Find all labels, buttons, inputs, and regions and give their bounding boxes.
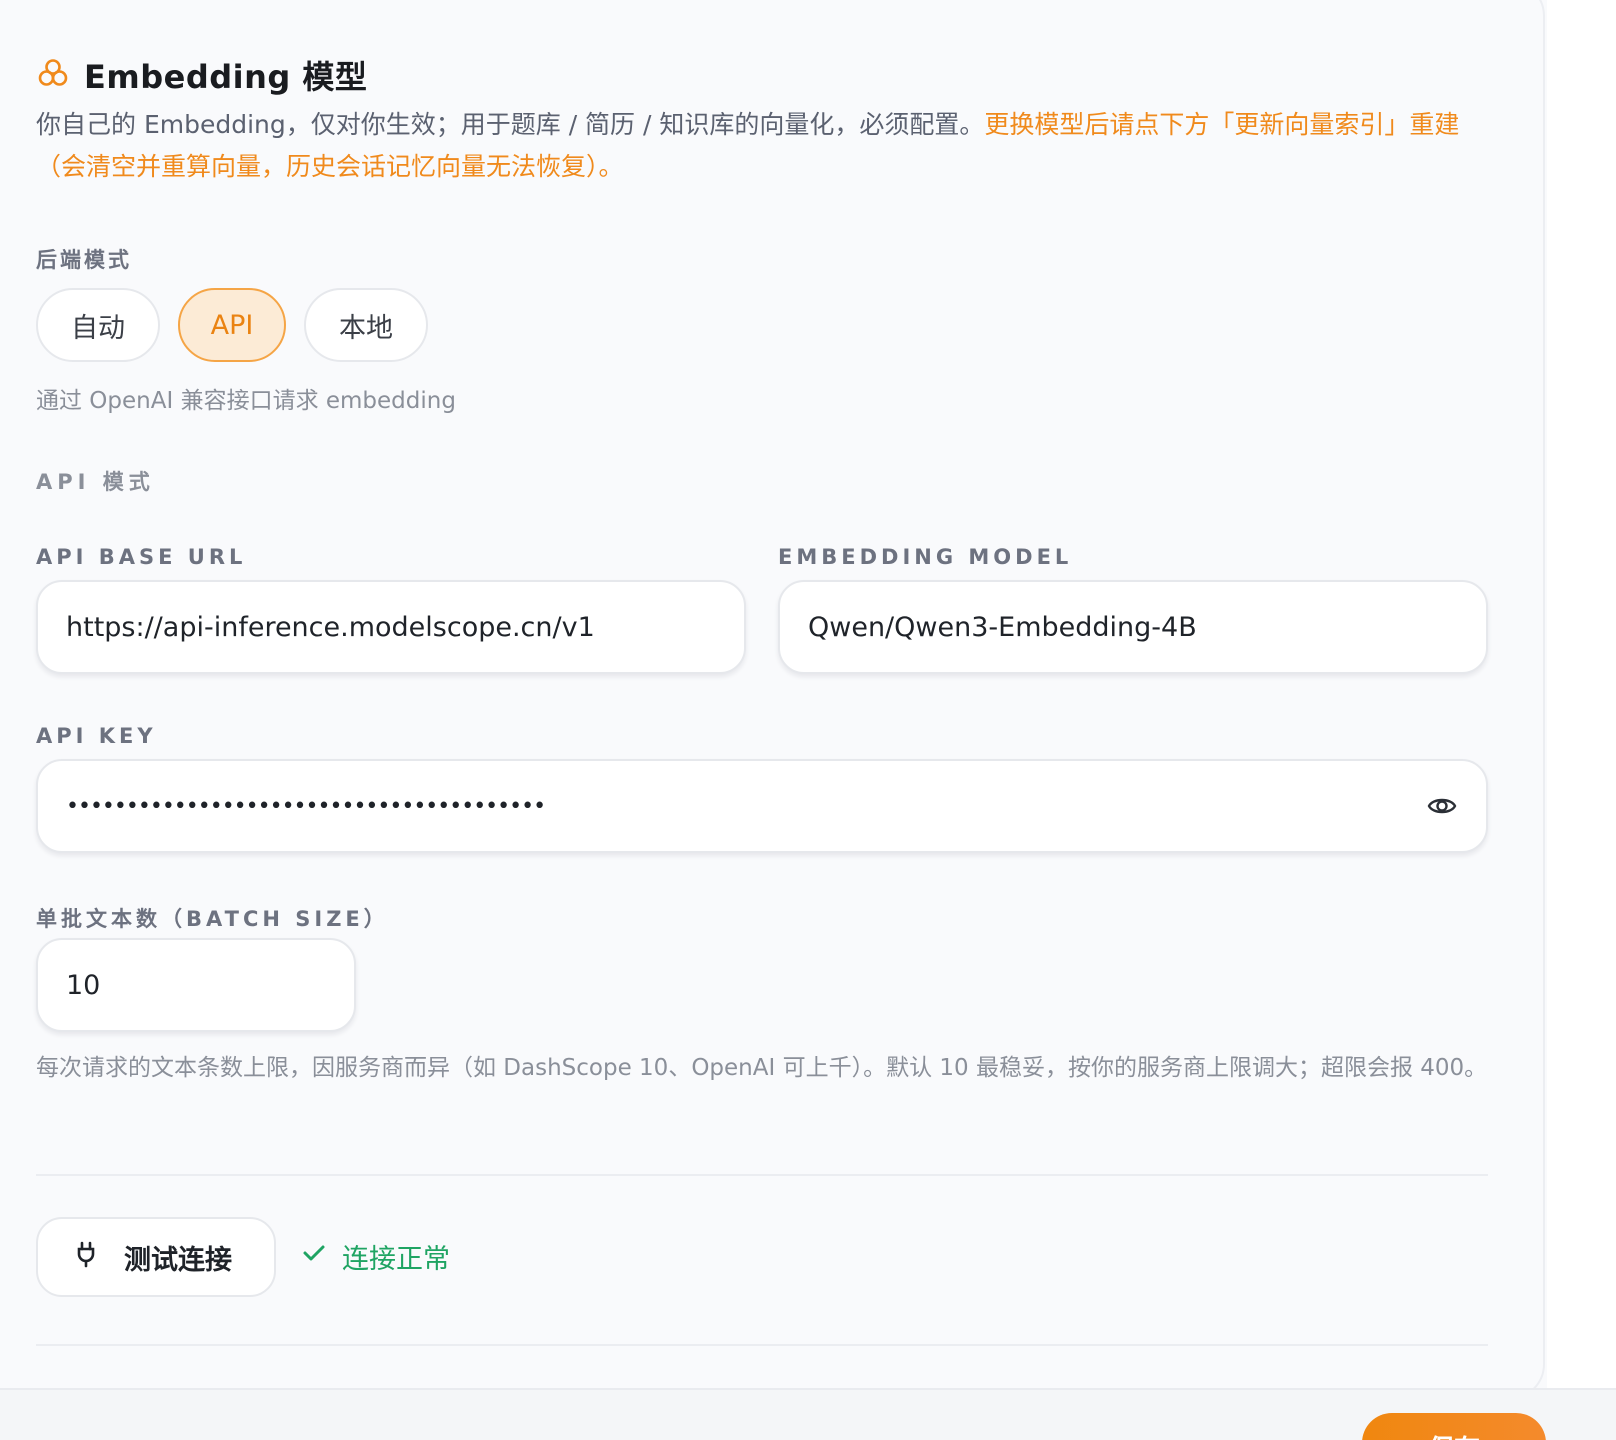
- api-mode-label: API 模式: [36, 470, 155, 494]
- api-key-input[interactable]: ••••••••••••••••••••••••••••••••••••••••: [36, 759, 1488, 853]
- save-button[interactable]: 保存: [1362, 1413, 1546, 1440]
- base-url-input[interactable]: https://api-inference.modelscope.cn/v1: [36, 580, 746, 674]
- batch-size-input[interactable]: 10: [36, 938, 356, 1032]
- backend-mode-segmented: 自动 API 本地: [36, 288, 428, 362]
- section-title: Embedding 模型: [84, 58, 368, 96]
- backend-mode-hint: 通过 OpenAI 兼容接口请求 embedding: [36, 388, 456, 414]
- divider: [36, 1174, 1488, 1176]
- check-icon: [300, 1239, 328, 1274]
- test-connection-label: 测试连接: [124, 1244, 232, 1276]
- embedding-settings-card: [0, 0, 1545, 1400]
- batch-size-value: 10: [66, 969, 101, 1001]
- save-button-label: 保存: [1428, 1429, 1480, 1440]
- plug-icon: [72, 1240, 100, 1275]
- mode-option-auto[interactable]: 自动: [36, 288, 160, 362]
- batch-size-label: 单批文本数（BATCH SIZE）: [36, 907, 389, 931]
- settings-page: Embedding 模型 你自己的 Embedding，仅对你生效；用于题库 /…: [0, 0, 1616, 1440]
- connection-status-text: 连接正常: [342, 1244, 450, 1275]
- mode-option-local[interactable]: 本地: [304, 288, 428, 362]
- connection-status: 连接正常: [300, 1237, 450, 1276]
- divider: [36, 1344, 1488, 1346]
- mode-option-api[interactable]: API: [178, 288, 286, 362]
- test-connection-button[interactable]: 测试连接: [36, 1217, 276, 1297]
- eye-icon[interactable]: [1426, 790, 1458, 822]
- embedding-model-label: EMBEDDING MODEL: [778, 545, 1073, 569]
- embedding-model-value: Qwen/Qwen3-Embedding-4B: [808, 611, 1197, 643]
- embedding-model-input[interactable]: Qwen/Qwen3-Embedding-4B: [778, 580, 1488, 674]
- base-url-value: https://api-inference.modelscope.cn/v1: [66, 611, 595, 643]
- section-description: 你自己的 Embedding，仅对你生效；用于题库 / 简历 / 知识库的向量化…: [36, 104, 1506, 188]
- section-header: Embedding 模型: [36, 52, 367, 98]
- page-right-gutter: [1547, 0, 1616, 1440]
- description-text: 你自己的 Embedding，仅对你生效；用于题库 / 简历 / 知识库的向量化…: [36, 110, 985, 139]
- api-key-masked-value: ••••••••••••••••••••••••••••••••••••••••: [66, 793, 546, 819]
- batch-size-hint: 每次请求的文本条数上限，因服务商而异（如 DashScope 10、OpenAI…: [36, 1055, 1488, 1081]
- api-key-label: API KEY: [36, 724, 157, 748]
- model-cluster-icon: [36, 56, 70, 94]
- base-url-label: API BASE URL: [36, 545, 247, 569]
- backend-mode-label: 后端模式: [36, 248, 132, 272]
